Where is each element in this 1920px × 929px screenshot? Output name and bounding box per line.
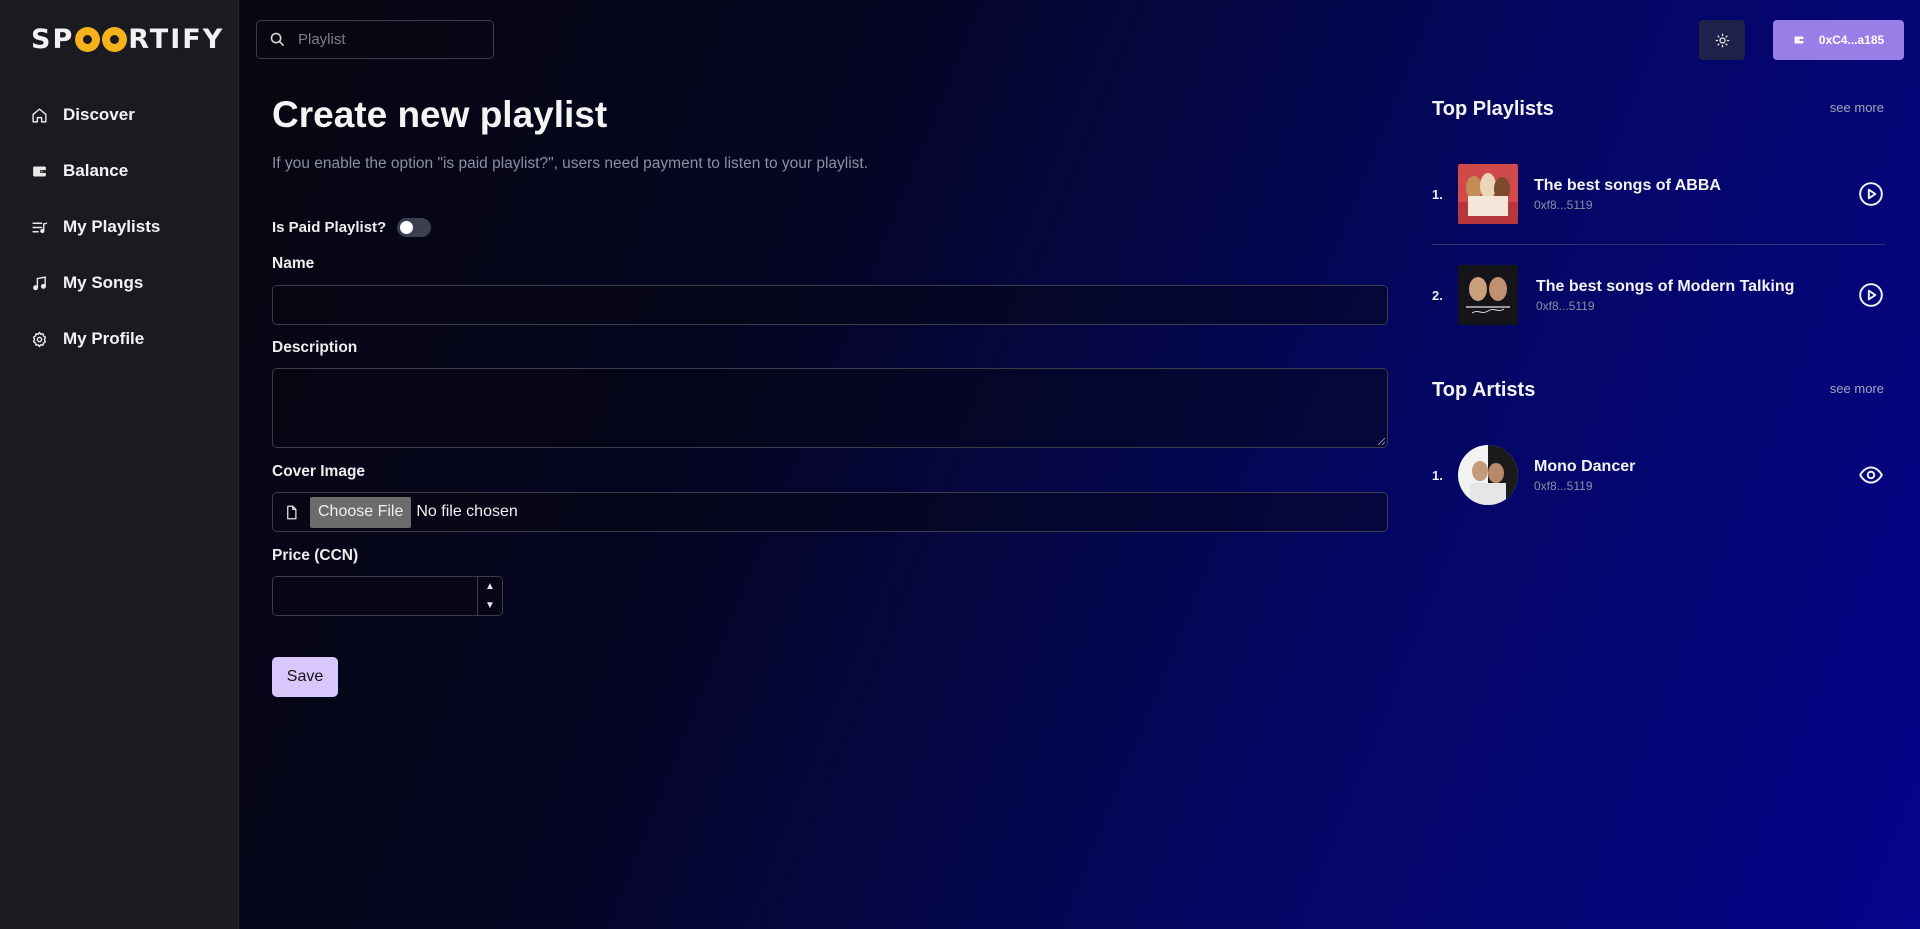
sidebar-item-label: Balance [63,161,129,180]
price-stepper[interactable]: ▲ ▼ [477,577,502,615]
sidebar-item-label: My Playlists [63,217,161,236]
sidebar-item-label: My Profile [63,329,145,348]
sidebar-item-discover[interactable]: Discover [0,87,239,143]
theme-toggle-button[interactable] [1699,20,1745,60]
eye-icon[interactable] [1858,462,1884,488]
playlist-title: The best songs of Modern Talking [1536,277,1795,295]
playlist-item[interactable]: 2. The best songs of Modern Talking 0xf8… [1432,264,1884,326]
playlist-icon [32,222,48,233]
sidebar-item-my-playlists[interactable]: My Playlists [0,199,239,255]
file-status-text: No file chosen [416,503,518,520]
page-title: Create new playlist [272,94,608,135]
search-icon [270,32,284,46]
logo-text-right: RTIFY [128,23,225,55]
cover-image-label: Cover Image [272,463,366,480]
file-icon [287,505,297,519]
name-field[interactable] [272,285,1388,325]
name-label: Name [272,255,315,272]
save-button[interactable]: Save [272,657,338,697]
paid-playlist-row: Is Paid Playlist? [272,218,432,237]
playlist-divider [1432,244,1885,245]
app-logo[interactable]: SP RTIFY [31,23,225,55]
sidebar-item-my-profile[interactable]: My Profile [0,311,239,367]
search-input[interactable] [298,31,478,48]
sidebar: SP RTIFY Discover Balance My Playlists M… [0,0,239,929]
page-subtitle: If you enable the option "is paid playli… [272,155,869,172]
gear-icon [32,331,47,347]
rank-number: 1. [1432,186,1443,202]
logo-disc-icon [102,26,128,52]
music-note-icon [33,275,46,290]
top-artists-title: Top Artists [1432,379,1536,401]
wallet-address-button[interactable]: 0xC4...a185 [1773,20,1904,60]
paid-playlist-toggle[interactable] [397,218,432,237]
playlist-owner: 0xf8...5119 [1534,197,1593,212]
artist-avatar [1458,445,1518,505]
stepper-down-icon[interactable]: ▼ [478,596,502,615]
stepper-up-icon[interactable]: ▲ [478,577,502,596]
logo-text-left: SP [31,23,75,55]
choose-file-button[interactable]: Choose File [310,496,412,528]
playlist-item[interactable]: 1. The best songs of ABBA 0xf8...5119 [1432,163,1884,225]
search-bar[interactable] [256,20,494,59]
price-field[interactable]: ▲ ▼ [272,576,503,616]
artist-address: 0xf8...5119 [1534,478,1593,493]
playlist-title: The best songs of ABBA [1534,176,1721,194]
sidebar-item-label: Discover [63,105,135,124]
artist-name: Mono Dancer [1534,457,1636,475]
rank-number: 2. [1432,287,1443,303]
play-circle-icon[interactable] [1858,181,1884,207]
paid-playlist-label: Is Paid Playlist? [272,219,387,236]
sidebar-item-my-songs[interactable]: My Songs [0,255,239,311]
playlist-cover-image [1458,164,1518,224]
logo-disc-icon [75,26,101,52]
rank-number: 1. [1432,467,1443,483]
cover-image-input[interactable]: Choose File No file chosen [272,492,1388,532]
description-label: Description [272,339,358,356]
play-circle-icon[interactable] [1858,282,1884,308]
sun-icon [1715,33,1729,47]
home-icon [32,107,47,123]
playlist-owner: 0xf8...5119 [1536,298,1595,313]
sidebar-item-balance[interactable]: Balance [0,143,239,199]
sidebar-nav: Discover Balance My Playlists My Songs M… [0,87,239,367]
wallet-address: 0xC4...a185 [1818,33,1885,47]
artist-item[interactable]: 1. Mono Dancer 0xf8...5119 [1432,444,1884,506]
price-label: Price (CCN) [272,547,359,564]
description-field[interactable] [272,368,1388,448]
resize-handle-icon[interactable] [1377,437,1385,445]
top-artists-see-more-link[interactable]: see more [1830,381,1884,396]
wallet-icon [33,166,46,176]
top-playlists-see-more-link[interactable]: see more [1830,100,1884,115]
wallet-icon [1794,36,1804,44]
top-playlists-title: Top Playlists [1432,98,1554,120]
playlist-cover-image [1458,265,1518,325]
sidebar-item-label: My Songs [63,273,144,292]
